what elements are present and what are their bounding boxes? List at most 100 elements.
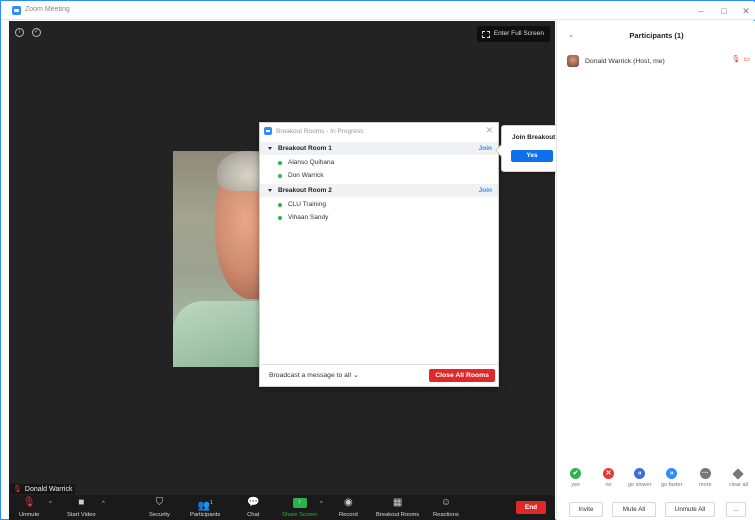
reaction-yes[interactable]: ✔ yes <box>570 468 581 488</box>
mic-muted-icon: 🎙 <box>13 486 22 493</box>
end-meeting-button[interactable]: End <box>516 501 546 514</box>
room-member-name: Alanso Quihana <box>288 159 335 166</box>
join-room-1-link[interactable]: Join <box>479 145 492 152</box>
participants-panel-title: Participants (1) <box>629 31 684 40</box>
reactions-button[interactable]: ☺ Reactions <box>433 497 459 518</box>
status-dot-icon <box>278 202 282 207</box>
reaction-go-faster[interactable]: » go faster <box>661 468 682 488</box>
minimize-button[interactable]: – <box>692 5 710 17</box>
share-screen-icon: ↑ <box>292 498 307 508</box>
mute-all-button[interactable]: Mute All <box>612 502 656 517</box>
security-button[interactable]: ⛉ Security <box>149 497 170 518</box>
reaction-label: go faster <box>661 482 683 488</box>
status-dot-icon <box>278 215 282 220</box>
reaction-label: go slower <box>628 482 652 488</box>
reaction-label: yes <box>571 482 580 488</box>
share-options-caret-icon[interactable]: ^ <box>320 501 323 507</box>
reaction-clear-all[interactable]: clear all <box>729 468 748 488</box>
participant-video <box>173 151 259 367</box>
shield-icon: ⛉ <box>155 497 164 508</box>
unmute-label: Unmute <box>19 512 40 518</box>
video-person-hair <box>217 151 259 191</box>
status-dot-icon <box>278 173 282 178</box>
room-member: Alanso Quihana <box>278 159 334 166</box>
room-member: Don Warrick <box>278 172 324 179</box>
video-off-icon: ▭ <box>743 56 750 63</box>
breakout-dialog-title-text: Breakout Rooms - In Progress <box>276 127 364 135</box>
chat-icon: 💬 <box>247 497 260 508</box>
room-member-name: Don Warrick <box>288 172 324 179</box>
expand-caret-icon[interactable] <box>268 147 272 150</box>
breakout-rooms-dialog: Breakout Rooms - In Progress ✕ Breakout … <box>259 122 499 387</box>
close-all-rooms-button[interactable]: Close All Rooms <box>429 369 495 382</box>
participants-button[interactable]: 👥1 Participants <box>190 497 220 518</box>
unmute-all-button[interactable]: Unmute All <box>665 502 715 517</box>
room-member-name: CLU Training <box>288 201 326 208</box>
participants-count: 1 <box>209 500 213 506</box>
start-video-label: Start Video <box>67 512 96 518</box>
record-icon: ◉ <box>343 497 353 508</box>
status-dot-icon <box>278 160 282 165</box>
eraser-icon <box>732 468 745 480</box>
room-member: Vihaan Sandy <box>278 214 328 221</box>
breakout-room-row[interactable]: Breakout Room 2 Join <box>260 184 498 197</box>
zoom-logo-icon <box>12 6 21 15</box>
x-icon: ✕ <box>603 468 614 479</box>
meeting-toolbar: 🎙 Unmute ^ ■ Start Video ^ ⛉ Security 👥1… <box>9 495 555 520</box>
breakout-room-name: Breakout Room 2 <box>278 187 332 194</box>
breakout-footer: Broadcast a message to all ⌄ Close All R… <box>260 364 498 386</box>
participants-panel: ⌄ Participants (1) Donald Warrick (Host,… <box>556 21 755 520</box>
emoji-plus-icon: ☺ <box>440 497 451 508</box>
fast-forward-icon: » <box>666 468 678 479</box>
invite-button[interactable]: Invite <box>569 502 603 517</box>
info-icon[interactable]: i <box>15 28 24 37</box>
unmute-button[interactable]: 🎙 Unmute <box>19 497 39 518</box>
reaction-go-slower[interactable]: « go slower <box>628 468 652 488</box>
reaction-more[interactable]: ··· more <box>699 468 712 488</box>
close-button[interactable]: ✕ <box>737 5 755 17</box>
participants-label: Participants <box>190 512 221 518</box>
audio-options-caret-icon[interactable]: ^ <box>49 501 52 507</box>
shield-icon[interactable]: ✓ <box>32 28 41 37</box>
participant-status-icons: 🎙 ▭ <box>731 55 750 63</box>
record-label: Record <box>339 512 358 518</box>
video-options-caret-icon[interactable]: ^ <box>102 501 105 507</box>
video-name-label: Donald Warrick <box>24 485 73 493</box>
breakout-room-name: Breakout Room 1 <box>278 145 332 152</box>
zoom-logo-icon <box>264 127 272 135</box>
chat-label: Chat <box>247 512 260 518</box>
avatar <box>567 55 579 67</box>
video-name-tag: 🎙 Donald Warrick <box>10 484 76 494</box>
rewind-icon: « <box>634 468 646 479</box>
participant-row[interactable]: Donald Warrick (Host, me) 🎙 ▭ <box>567 54 752 68</box>
breakout-close-button[interactable]: ✕ <box>485 125 493 136</box>
breakout-rooms-icon: ▦ <box>392 497 403 508</box>
more-options-button[interactable]: ... <box>726 502 746 517</box>
reactions-label: Reactions <box>433 512 459 518</box>
breakout-rooms-button[interactable]: ▦ Breakout Rooms <box>376 497 419 518</box>
reaction-label: no <box>605 482 612 488</box>
broadcast-message-dropdown[interactable]: Broadcast a message to all ⌄ <box>269 371 359 379</box>
reaction-label: more <box>699 482 712 488</box>
yes-button[interactable]: Yes <box>511 150 553 162</box>
maximize-button[interactable]: □ <box>715 5 733 17</box>
video-off-icon: ■ <box>78 497 85 508</box>
chat-button[interactable]: 💬 Chat <box>247 497 259 518</box>
participant-name: Donald Warrick (Host, me) <box>585 57 665 65</box>
check-icon: ✔ <box>570 468 581 479</box>
share-screen-label: Share Screen <box>282 512 318 518</box>
window-title: Zoom Meeting <box>25 6 70 13</box>
reaction-no[interactable]: ✕ no <box>603 468 614 488</box>
enter-fullscreen-button[interactable]: Enter Full Screen <box>476 26 550 42</box>
breakout-rooms-label: Breakout Rooms <box>376 512 420 518</box>
record-button[interactable]: ◉ Record <box>339 497 358 518</box>
breakout-dialog-title: Breakout Rooms - In Progress <box>264 127 363 135</box>
share-screen-button[interactable]: ↑ Share Screen <box>282 497 317 518</box>
expand-caret-icon[interactable] <box>268 189 272 192</box>
join-room-2-link[interactable]: Join <box>479 187 492 194</box>
start-video-button[interactable]: ■ Start Video <box>67 497 96 518</box>
nonverbal-feedback-bar: ✔ yes ✕ no « go slower » go faster ··· m… <box>557 468 755 492</box>
breakout-room-row[interactable]: Breakout Room 1 Join <box>260 142 498 155</box>
room-member-name: Vihaan Sandy <box>288 214 329 221</box>
title-bar: Zoom Meeting – □ ✕ <box>2 2 755 20</box>
